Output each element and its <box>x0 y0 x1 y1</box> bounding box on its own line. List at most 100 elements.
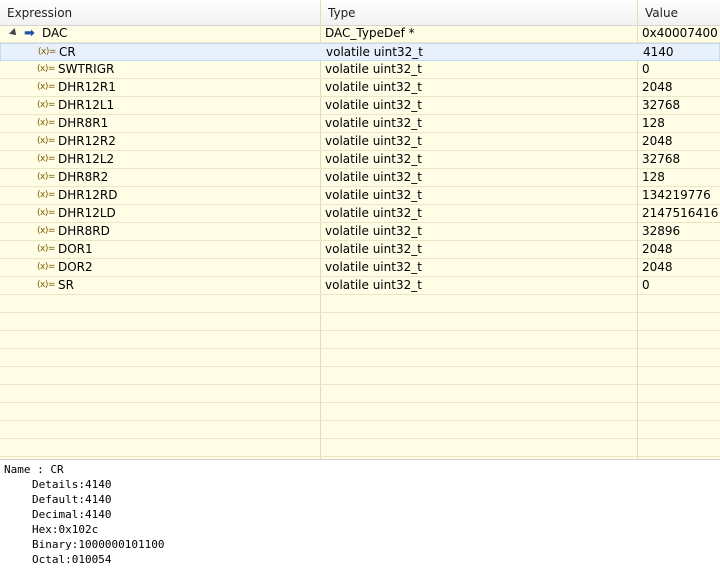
empty-row <box>0 313 720 331</box>
tree-row-swtrigr[interactable]: (x)= SWTRIGR volatile uint32_t 0 <box>0 61 720 79</box>
expression-cell: (x)= DHR12LD <box>0 205 321 222</box>
pointer-arrow-icon: ➡ <box>24 26 35 41</box>
tree-row-dhr12r2[interactable]: (x)= DHR12R2 volatile uint32_t 2048 <box>0 133 720 151</box>
tree-row-dhr12ld[interactable]: (x)= DHR12LD volatile uint32_t 2147516416 <box>0 205 720 223</box>
tree-row-dhr8r2[interactable]: (x)= DHR8R2 volatile uint32_t 128 <box>0 169 720 187</box>
column-header-expression[interactable]: Expression <box>0 0 321 25</box>
expression-cell: (x)= DHR12RD <box>0 187 321 204</box>
value-cell[interactable]: 32768 <box>642 151 720 168</box>
expression-name: DHR12R1 <box>58 80 116 94</box>
variable-icon: (x)= <box>37 280 55 290</box>
type-cell: volatile uint32_t <box>325 224 422 238</box>
value-cell[interactable]: 2048 <box>642 79 720 96</box>
tree-row-cr[interactable]: (x)= CR volatile uint32_t 4140 <box>0 43 720 61</box>
tree-row-dhr8r1[interactable]: (x)= DHR8R1 volatile uint32_t 128 <box>0 115 720 133</box>
value-cell[interactable]: 0x40007400 <box>642 25 720 42</box>
variable-icon: (x)= <box>37 172 55 182</box>
expression-name: DHR8RD <box>58 224 110 238</box>
variable-icon: (x)= <box>37 64 55 74</box>
expression-name: SWTRIGR <box>58 62 115 76</box>
type-cell: volatile uint32_t <box>325 242 422 256</box>
column-header: Expression Type Value <box>0 0 720 26</box>
variable-icon: (x)= <box>37 136 55 146</box>
tree-row-sr[interactable]: (x)= SR volatile uint32_t 0 <box>0 277 720 295</box>
value-cell[interactable]: 0 <box>642 277 720 294</box>
expression-name: DOR1 <box>58 242 93 256</box>
column-header-type[interactable]: Type <box>321 0 638 25</box>
expression-cell: (x)= DOR2 <box>0 259 321 276</box>
type-cell: volatile uint32_t <box>325 170 422 184</box>
tree-row-dhr8rd[interactable]: (x)= DHR8RD volatile uint32_t 32896 <box>0 223 720 241</box>
value-cell[interactable]: 128 <box>642 115 720 132</box>
tree-row-root[interactable]: ➡ DAC DAC_TypeDef * 0x40007400 <box>0 25 720 43</box>
tree-row-dor1[interactable]: (x)= DOR1 volatile uint32_t 2048 <box>0 241 720 259</box>
expression-cell: (x)= DHR12L2 <box>0 151 321 168</box>
value-cell[interactable]: 2048 <box>642 259 720 276</box>
details-line: Decimal:4140 <box>32 508 112 521</box>
value-cell[interactable]: 32896 <box>642 223 720 240</box>
empty-row <box>0 349 720 367</box>
type-cell: volatile uint32_t <box>326 45 423 59</box>
expression-name: DHR12L2 <box>58 152 115 166</box>
details-line: Default:4140 <box>32 493 112 506</box>
value-cell[interactable]: 32768 <box>642 97 720 114</box>
empty-row <box>0 367 720 385</box>
type-cell: volatile uint32_t <box>325 98 422 112</box>
expression-cell: (x)= DHR12L1 <box>0 97 321 114</box>
empty-row <box>0 421 720 439</box>
value-cell[interactable]: 2048 <box>642 241 720 258</box>
details-line: Binary:1000000101100 <box>32 538 165 551</box>
type-cell: volatile uint32_t <box>325 116 422 130</box>
type-cell: volatile uint32_t <box>325 206 422 220</box>
expression-name: DAC <box>42 26 68 40</box>
tree-row-dor2[interactable]: (x)= DOR2 volatile uint32_t 2048 <box>0 259 720 277</box>
expression-cell: (x)= DHR8R1 <box>0 115 321 132</box>
variable-icon: (x)= <box>37 82 55 92</box>
expression-name: DHR12LD <box>58 206 116 220</box>
value-cell[interactable]: 134219776 <box>642 187 720 204</box>
type-cell: DAC_TypeDef * <box>325 26 415 40</box>
variable-icon: (x)= <box>37 118 55 128</box>
details-line: Octal:010054 <box>32 553 112 566</box>
tree-row-dhr12l1[interactable]: (x)= DHR12L1 volatile uint32_t 32768 <box>0 97 720 115</box>
tree-row-dhr12l2[interactable]: (x)= DHR12L2 volatile uint32_t 32768 <box>0 151 720 169</box>
type-cell: volatile uint32_t <box>325 260 422 274</box>
expression-cell: (x)= CR <box>1 44 322 61</box>
expression-name: DHR8R2 <box>58 170 109 184</box>
value-cell[interactable]: 0 <box>642 61 720 78</box>
value-cell[interactable]: 128 <box>642 169 720 186</box>
column-header-value[interactable]: Value <box>638 0 720 25</box>
tree-rows: ➡ DAC DAC_TypeDef * 0x40007400 (x)= CR vol… <box>0 25 720 457</box>
expression-name: SR <box>58 278 74 292</box>
variable-icon: (x)= <box>37 208 55 218</box>
type-cell: volatile uint32_t <box>325 188 422 202</box>
details-line: Hex:0x102c <box>32 523 99 536</box>
expression-name: CR <box>59 45 76 59</box>
expression-cell: ➡ DAC <box>0 25 321 42</box>
expression-cell: (x)= SR <box>0 277 321 294</box>
value-cell[interactable]: 2147516416 <box>642 205 720 222</box>
expression-name: DHR12L1 <box>58 98 115 112</box>
variable-icon: (x)= <box>37 154 55 164</box>
expression-name: DHR12R2 <box>58 134 116 148</box>
tree-row-dhr12r1[interactable]: (x)= DHR12R1 volatile uint32_t 2048 <box>0 79 720 97</box>
type-cell: volatile uint32_t <box>325 152 422 166</box>
variable-icon: (x)= <box>37 244 55 254</box>
variable-icon: (x)= <box>37 262 55 272</box>
variable-icon: (x)= <box>38 47 56 57</box>
expand-triangle-icon[interactable] <box>9 28 19 38</box>
value-cell[interactable]: 2048 <box>642 133 720 150</box>
details-line: Details:4140 <box>32 478 112 491</box>
empty-row <box>0 295 720 313</box>
type-cell: volatile uint32_t <box>325 134 422 148</box>
empty-row <box>0 385 720 403</box>
expression-cell: (x)= SWTRIGR <box>0 61 321 78</box>
expression-cell: (x)= DHR12R2 <box>0 133 321 150</box>
type-cell: volatile uint32_t <box>325 278 422 292</box>
type-cell: volatile uint32_t <box>325 80 422 94</box>
tree-row-dhr12rd[interactable]: (x)= DHR12RD volatile uint32_t 134219776 <box>0 187 720 205</box>
expression-name: DHR8R1 <box>58 116 109 130</box>
expression-cell: (x)= DHR12R1 <box>0 79 321 96</box>
expressions-view[interactable]: Expression Type Value ➡ DAC DAC_TypeDef … <box>0 0 720 459</box>
value-cell[interactable]: 4140 <box>643 44 720 61</box>
